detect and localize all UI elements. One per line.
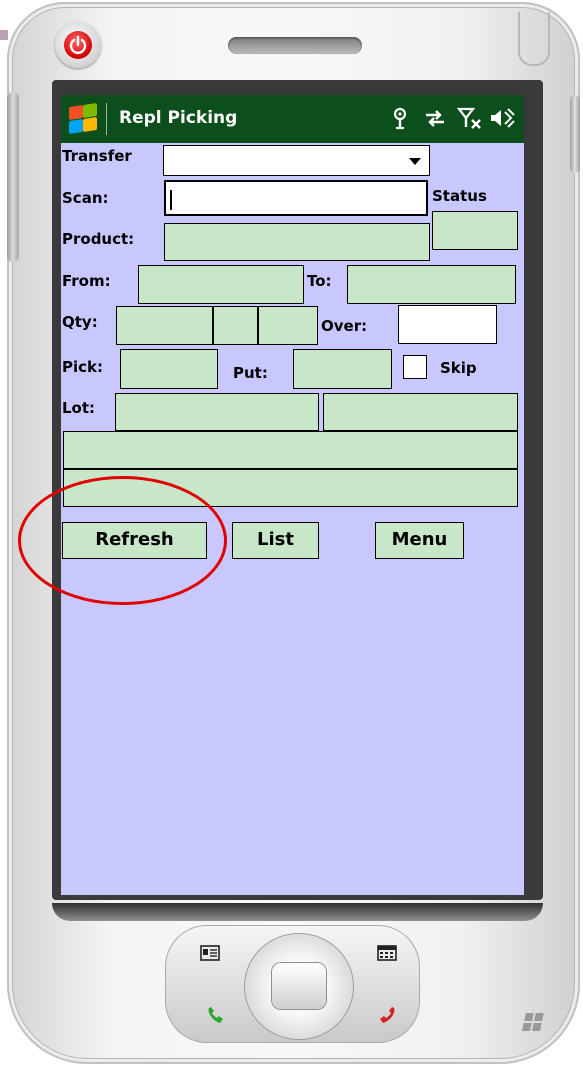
power-icon bbox=[64, 31, 92, 59]
lot-field-2 bbox=[323, 393, 518, 431]
power-button[interactable] bbox=[55, 22, 101, 68]
to-field bbox=[347, 265, 516, 304]
call-end-icon[interactable] bbox=[376, 1005, 398, 1023]
sync-arrows-icon[interactable] bbox=[423, 106, 447, 136]
over-label: Over: bbox=[321, 317, 368, 335]
pick-field bbox=[120, 349, 218, 389]
side-button-right[interactable] bbox=[570, 95, 580, 173]
scan-label: Scan: bbox=[62, 189, 109, 207]
skip-label: Skip bbox=[440, 359, 477, 377]
qty-field-3 bbox=[258, 306, 318, 345]
product-field bbox=[164, 223, 430, 261]
text-caret bbox=[170, 190, 172, 210]
qty-field-2 bbox=[213, 306, 258, 345]
window-title: Repl Picking bbox=[119, 108, 238, 128]
call-answer-icon[interactable] bbox=[205, 1005, 227, 1023]
transfer-label: Transfer bbox=[62, 147, 132, 165]
contacts-card-icon[interactable] bbox=[200, 945, 220, 966]
windows-start-icon[interactable] bbox=[66, 103, 98, 134]
list-button[interactable]: List bbox=[232, 522, 319, 559]
earpiece-speaker bbox=[228, 37, 362, 54]
chevron-down-icon[interactable] bbox=[409, 158, 421, 165]
windows-logo-icon bbox=[520, 1012, 546, 1039]
qty-field-1 bbox=[116, 306, 213, 345]
transfer-dropdown[interactable] bbox=[163, 145, 430, 176]
lot-field-1 bbox=[115, 393, 319, 431]
stylus-slot bbox=[518, 12, 550, 66]
highlight-circle bbox=[18, 476, 227, 605]
skip-checkbox[interactable] bbox=[403, 355, 427, 379]
title-bar: Repl Picking bbox=[61, 95, 524, 143]
dpad-center-button[interactable] bbox=[272, 963, 326, 1009]
scan-input[interactable] bbox=[164, 180, 428, 216]
speaker-icon[interactable] bbox=[489, 106, 515, 136]
to-label: To: bbox=[307, 272, 332, 290]
corner-mark bbox=[0, 30, 8, 40]
signal-off-icon[interactable] bbox=[456, 106, 483, 136]
antenna-icon[interactable] bbox=[391, 106, 409, 136]
lot-label: Lot: bbox=[62, 399, 96, 417]
from-label: From: bbox=[62, 272, 111, 290]
status-field bbox=[432, 211, 518, 250]
menu-button[interactable]: Menu bbox=[375, 522, 464, 559]
put-label: Put: bbox=[233, 364, 268, 382]
over-input[interactable] bbox=[398, 305, 497, 344]
status-label: Status bbox=[432, 187, 487, 205]
from-field bbox=[138, 265, 304, 304]
pick-label: Pick: bbox=[62, 358, 104, 376]
info-field-1 bbox=[63, 431, 518, 469]
side-button-left[interactable] bbox=[7, 92, 19, 262]
screen-bottom-edge bbox=[52, 903, 543, 921]
calendar-grid-icon[interactable] bbox=[377, 945, 397, 966]
qty-label: Qty: bbox=[62, 313, 98, 331]
title-separator bbox=[106, 103, 107, 135]
product-label: Product: bbox=[62, 230, 135, 248]
put-field bbox=[293, 349, 392, 389]
